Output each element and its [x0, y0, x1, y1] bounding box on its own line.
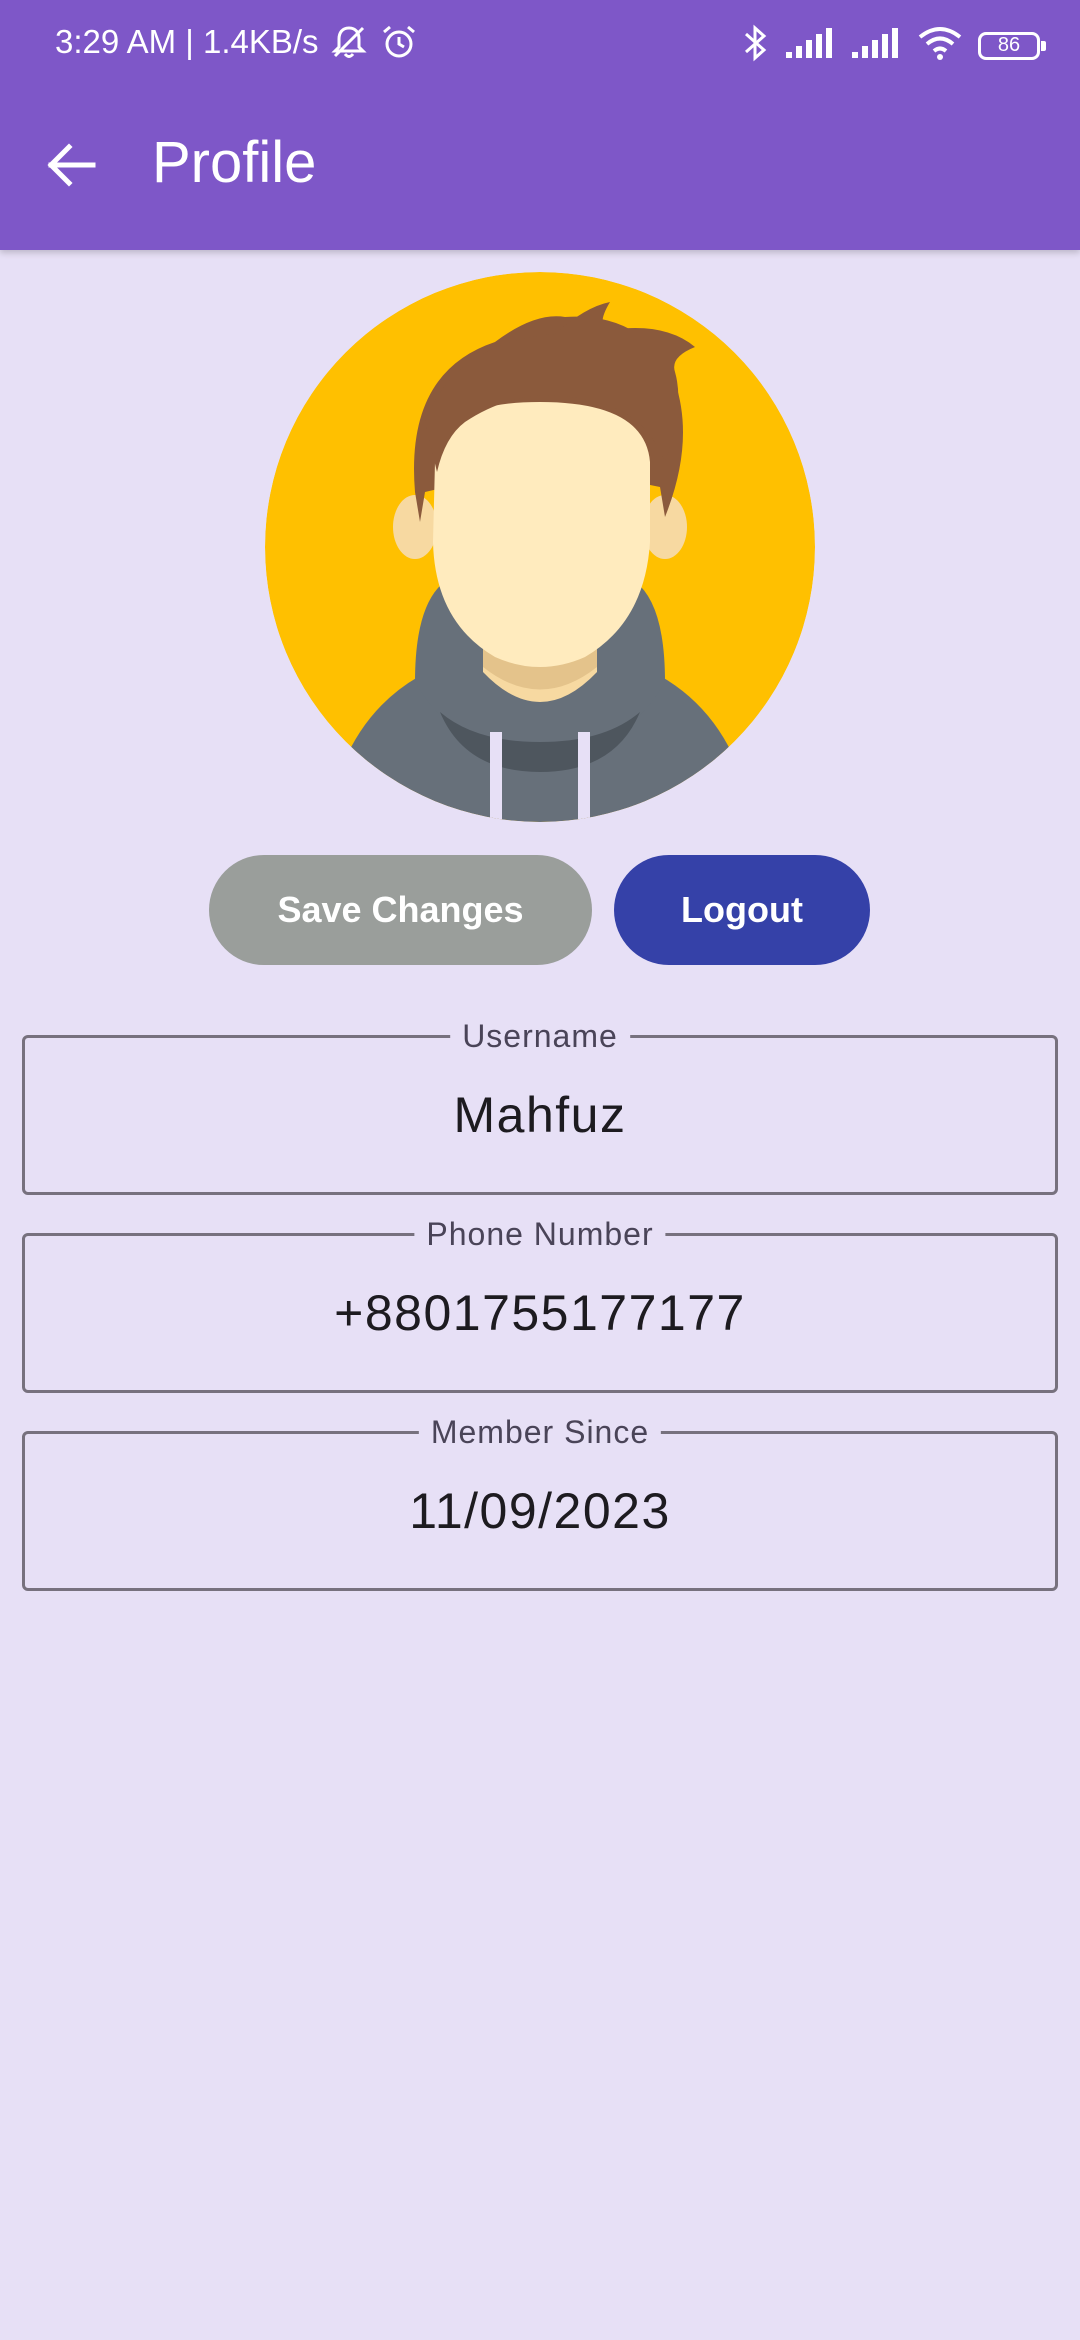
battery-level: 86	[997, 34, 1021, 56]
signal-icon	[784, 26, 836, 65]
status-left: 3:29 AM | 1.4KB/s	[55, 22, 419, 62]
muted-bell-icon	[329, 22, 369, 62]
signal-icon	[850, 26, 902, 65]
member-since-value[interactable]: 11/09/2023	[25, 1480, 1055, 1542]
member-since-label: Member Since	[418, 1410, 662, 1454]
page-title: Profile	[152, 130, 317, 195]
logout-button[interactable]: Logout	[614, 855, 870, 965]
toolbar: Profile	[0, 110, 1080, 220]
save-changes-button[interactable]: Save Changes	[209, 855, 592, 965]
phone-number-value[interactable]: +8801755177177	[25, 1282, 1055, 1344]
wifi-icon	[916, 25, 964, 66]
status-right: 86	[740, 22, 1046, 69]
arrow-back-icon	[47, 143, 96, 187]
avatar	[265, 272, 815, 822]
username-label: Username	[450, 1014, 630, 1058]
avatar-illustration	[265, 272, 815, 822]
username-value[interactable]: Mahfuz	[25, 1084, 1055, 1146]
alarm-icon	[379, 22, 419, 62]
bluetooth-icon	[740, 22, 770, 69]
status-time-speed: 3:29 AM | 1.4KB/s	[55, 23, 319, 60]
app-bar: 3:29 AM | 1.4KB/s 86 Profile	[0, 0, 1080, 250]
phone-number-field[interactable]: Phone Number +8801755177177	[22, 1212, 1058, 1393]
battery-icon: 86	[978, 31, 1046, 60]
back-button[interactable]	[36, 130, 106, 200]
username-field[interactable]: Username Mahfuz	[22, 1014, 1058, 1195]
phone-number-label: Phone Number	[414, 1212, 666, 1256]
status-bar: 3:29 AM | 1.4KB/s 86	[0, 0, 1080, 95]
member-since-field[interactable]: Member Since 11/09/2023	[22, 1410, 1058, 1591]
